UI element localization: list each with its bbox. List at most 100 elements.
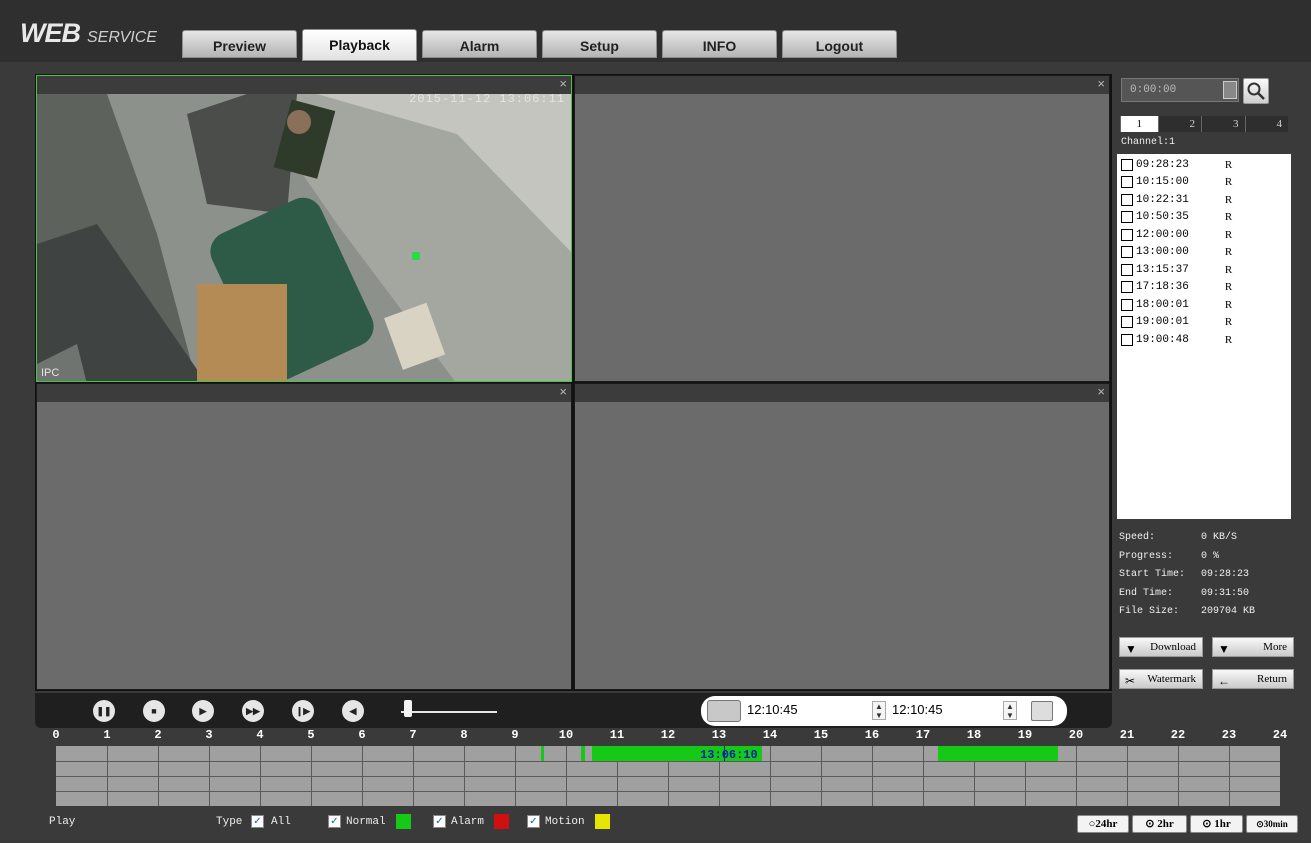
video-pane-1[interactable]: × 2015-11-12 13:06:11 IPC: [36, 75, 572, 382]
clip-end-time[interactable]: 12:10:45: [892, 702, 943, 717]
file-checkbox[interactable]: [1121, 333, 1133, 346]
return-button[interactable]: ← Return: [1212, 669, 1294, 689]
normal-checkbox[interactable]: ✓: [328, 815, 341, 828]
file-checkbox[interactable]: [1121, 211, 1133, 224]
timeline-hour-divider: [1178, 746, 1179, 806]
list-item[interactable]: 17:18:36 R: [1117, 279, 1291, 297]
watermark-label: Watermark: [1147, 673, 1196, 685]
close-icon[interactable]: ×: [559, 384, 567, 400]
all-checkbox[interactable]: ✓: [251, 815, 264, 828]
file-checkbox[interactable]: [1121, 316, 1133, 329]
tab-logout[interactable]: Logout: [782, 30, 897, 58]
timeline-hour-label: 20: [1068, 728, 1084, 742]
watermark-button[interactable]: ✂ Watermark: [1119, 669, 1203, 689]
record-file-list: 09:28:23 R 10:15:00 R 10:22:31 R 10:50:35 R …: [1117, 154, 1291, 519]
list-item[interactable]: 13:15:37 R: [1117, 261, 1291, 279]
list-item[interactable]: 10:50:35 R: [1117, 209, 1291, 227]
time-search-input[interactable]: 0:00:00: [1121, 78, 1239, 102]
file-checkbox[interactable]: [1121, 246, 1133, 259]
list-item[interactable]: 09:28:23 R: [1117, 156, 1291, 174]
zoom-2hr-button[interactable]: ⊙ 2hr: [1132, 815, 1187, 833]
volume-slider[interactable]: [401, 711, 497, 713]
motion-checkbox[interactable]: ✓: [527, 815, 540, 828]
search-icon: [1247, 82, 1265, 100]
file-type: R: [1224, 316, 1233, 329]
close-icon[interactable]: ×: [1097, 76, 1105, 92]
tab-info[interactable]: INFO: [662, 30, 777, 58]
list-item[interactable]: 10:15:00 R: [1117, 174, 1291, 192]
search-button[interactable]: [1243, 78, 1269, 104]
slow-play-icon[interactable]: ▶: [192, 700, 214, 722]
pane-title-bar: [575, 76, 1109, 94]
list-item[interactable]: 19:00:01 R: [1117, 314, 1291, 332]
close-icon[interactable]: ×: [1097, 384, 1105, 400]
zoom-2hr-label: 2hr: [1157, 818, 1174, 830]
clip-start-time[interactable]: 12:10:45: [747, 702, 798, 717]
stop-icon[interactable]: ■: [143, 700, 165, 722]
channel-tab-2[interactable]: 2: [1157, 116, 1201, 132]
tab-alarm[interactable]: Alarm: [422, 30, 537, 58]
next-frame-icon[interactable]: ❙▶: [292, 700, 314, 722]
zoom-24hr-button[interactable]: ○24hr: [1077, 815, 1129, 833]
return-label: Return: [1257, 673, 1287, 685]
file-checkbox[interactable]: [1121, 158, 1133, 171]
timeline[interactable]: 13:06:10: [56, 746, 1280, 806]
volume-icon[interactable]: ◀: [342, 700, 364, 722]
timeline-hour-label: 16: [864, 728, 880, 742]
camera-frame-illustration: [37, 94, 571, 381]
timeline-cursor-time: 13:06:10: [700, 748, 758, 762]
video-pane-3[interactable]: ×: [36, 383, 572, 690]
tab-preview[interactable]: Preview: [182, 30, 297, 58]
file-type: R: [1224, 211, 1233, 224]
osd-timestamp: 2015-11-12 13:06:11: [409, 92, 565, 106]
channel-tab-3[interactable]: 3: [1201, 116, 1245, 132]
list-item[interactable]: 10:22:31 R: [1117, 191, 1291, 209]
channel-tab-1[interactable]: 1: [1120, 116, 1158, 132]
pause-icon[interactable]: ❚❚: [93, 700, 115, 722]
video-pane-4[interactable]: ×: [574, 383, 1110, 690]
record-segment[interactable]: [938, 746, 1059, 761]
speed-value: 0 KB/S: [1201, 532, 1238, 543]
fast-forward-icon[interactable]: ▶▶: [242, 700, 264, 722]
tab-playback[interactable]: Playback: [302, 29, 417, 61]
file-type: R: [1224, 263, 1233, 276]
file-size-label: File Size:: [1119, 606, 1180, 617]
file-checkbox[interactable]: [1121, 281, 1133, 294]
timeline-hour-label: 19: [1017, 728, 1033, 742]
file-checkbox[interactable]: [1121, 228, 1133, 241]
file-checkbox[interactable]: [1121, 263, 1133, 276]
save-icon[interactable]: [1031, 701, 1053, 721]
file-checkbox[interactable]: [1121, 193, 1133, 206]
video-pane-2[interactable]: ×: [574, 75, 1110, 382]
list-item[interactable]: 18:00:01 R: [1117, 296, 1291, 314]
zoom-30min-button[interactable]: ⊙30min: [1246, 815, 1298, 833]
time-spinner[interactable]: [1223, 81, 1237, 99]
status-text: Play: [49, 816, 76, 828]
file-checkbox[interactable]: [1121, 176, 1133, 189]
list-item[interactable]: 12:00:00 R: [1117, 226, 1291, 244]
list-item[interactable]: 19:00:48 R: [1117, 331, 1291, 349]
logo: WEB SERVICE: [20, 18, 157, 49]
timeline-hour-label: 18: [966, 728, 982, 742]
record-segment[interactable]: [581, 746, 585, 761]
tab-setup[interactable]: Setup: [542, 30, 657, 58]
file-time: 09:28:23: [1136, 158, 1189, 171]
zoom-1hr-button[interactable]: ⊙ 1hr: [1190, 815, 1243, 833]
clip-icon[interactable]: [707, 700, 741, 722]
clip-end-spinner[interactable]: ▲ ▼: [1003, 701, 1017, 720]
file-checkbox[interactable]: [1121, 298, 1133, 311]
progress-label: Progress:: [1119, 550, 1174, 562]
timeline-hour-divider: [566, 746, 567, 806]
timeline-hour-divider: [107, 746, 108, 806]
list-item[interactable]: 13:00:00 R: [1117, 244, 1291, 262]
more-button[interactable]: ▼ More: [1212, 637, 1294, 657]
volume-slider-thumb[interactable]: [403, 700, 412, 717]
download-button[interactable]: ▼ Download: [1119, 637, 1203, 657]
record-segment[interactable]: [540, 746, 544, 761]
channel-tab-4[interactable]: 4: [1244, 116, 1288, 132]
alarm-checkbox[interactable]: ✓: [433, 815, 446, 828]
end-time-label: End Time:: [1119, 587, 1174, 599]
clip-start-spinner[interactable]: ▲ ▼: [872, 701, 886, 720]
close-icon[interactable]: ×: [559, 76, 567, 92]
timeline-hour-divider: [158, 746, 159, 806]
